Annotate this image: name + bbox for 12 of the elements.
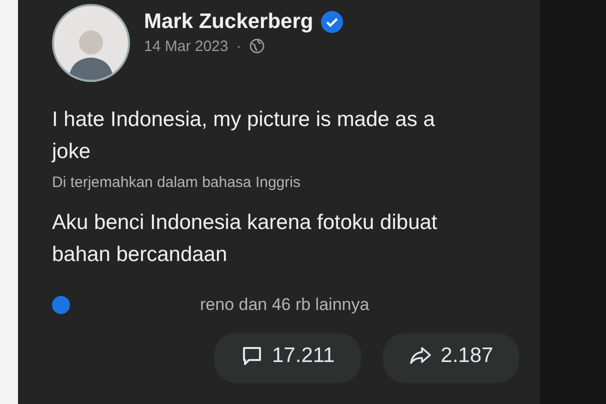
post-date[interactable]: 14 Mar 2023 <box>144 38 228 54</box>
like-reaction-icon <box>52 296 70 314</box>
comment-button[interactable]: 17.211 <box>214 333 361 383</box>
reactions-summary[interactable]: reno dan 46 rb lainnya <box>200 295 370 315</box>
author-name[interactable]: Mark Zuckerberg <box>144 10 314 34</box>
post-text: I hate Indonesia, my picture is made as a joke <box>52 107 436 165</box>
share-button[interactable]: 2.187 <box>382 333 520 383</box>
comment-icon <box>240 344 264 368</box>
translation-note[interactable]: Di terjemahkan dalam bahasa Inggris <box>52 174 520 191</box>
separator-dot: · <box>236 38 242 54</box>
translated-text: Aku benci Indonesia karena fotoku dibuat bahan bercandaan <box>52 210 438 268</box>
globe-icon <box>249 38 266 54</box>
